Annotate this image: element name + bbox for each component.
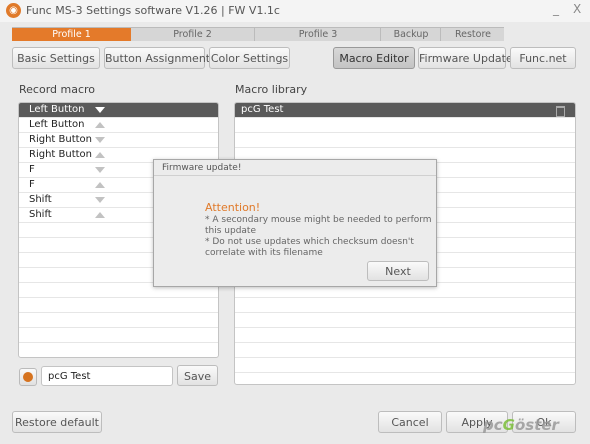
- dialog-line: * Do not use updates which checksum does…: [205, 237, 414, 247]
- color-settings-button[interactable]: Color Settings: [209, 47, 290, 69]
- list-item[interactable]: Left Button: [19, 103, 218, 118]
- restore-default-button[interactable]: Restore default: [12, 411, 102, 433]
- empty-row: [19, 313, 218, 328]
- macro-name-input[interactable]: [41, 366, 173, 386]
- window-title: Func MS-3 Settings software V1.26 | FW V…: [26, 4, 280, 17]
- dialog-line: * A secondary mouse might be needed to p…: [205, 215, 432, 225]
- app-logo-icon: ◉: [6, 3, 21, 18]
- record-macro-label: Record macro: [19, 83, 96, 96]
- cancel-button[interactable]: Cancel: [378, 411, 442, 433]
- tab-profile-2[interactable]: Profile 2: [131, 28, 254, 41]
- dialog-heading: Attention!: [205, 201, 261, 214]
- watermark-logo: pcGöster: [483, 416, 559, 434]
- record-button[interactable]: [19, 368, 37, 386]
- arrow-down-icon: [95, 107, 105, 113]
- record-icon: [23, 372, 33, 382]
- tab-profile-1[interactable]: Profile 1: [12, 28, 131, 41]
- dialog-title: Firmware update!: [154, 160, 436, 176]
- minimize-button[interactable]: _: [553, 2, 559, 16]
- empty-row: [19, 328, 218, 343]
- button-assignment-button[interactable]: Button Assignment: [104, 47, 210, 69]
- dialog-line: correlate with its filename: [205, 248, 323, 258]
- empty-row: [235, 133, 575, 148]
- macro-library-label: Macro library: [235, 83, 308, 96]
- list-item[interactable]: Left Button: [19, 118, 218, 133]
- list-item[interactable]: Right Button: [19, 133, 218, 148]
- close-button[interactable]: X: [573, 2, 581, 16]
- tab-profile-3[interactable]: Profile 3: [254, 28, 381, 41]
- firmware-update-button[interactable]: Firmware Update: [418, 47, 513, 69]
- arrow-down-icon: [95, 197, 105, 203]
- firmware-update-dialog: Firmware update! Attention! * A secondar…: [153, 159, 437, 287]
- empty-row: [235, 298, 575, 313]
- restore-button[interactable]: Restore: [440, 28, 505, 41]
- arrow-up-icon: [95, 212, 105, 218]
- empty-row: [19, 298, 218, 313]
- empty-row: [19, 343, 218, 357]
- arrow-up-icon: [95, 122, 105, 128]
- arrow-down-icon: [95, 137, 105, 143]
- arrow-up-icon: [95, 152, 105, 158]
- title-bar: ◉ Func MS-3 Settings software V1.26 | FW…: [0, 0, 590, 22]
- save-button[interactable]: Save: [177, 365, 218, 386]
- empty-row: [235, 358, 575, 373]
- empty-row: [235, 313, 575, 328]
- func-net-button[interactable]: Func.net: [510, 47, 576, 69]
- trash-icon[interactable]: [556, 106, 565, 117]
- empty-row: [235, 343, 575, 358]
- list-item[interactable]: pcG Test: [235, 103, 575, 118]
- empty-row: [235, 118, 575, 133]
- empty-row: [235, 328, 575, 343]
- arrow-up-icon: [95, 182, 105, 188]
- next-button[interactable]: Next: [367, 261, 429, 281]
- dialog-line: this update: [205, 226, 256, 236]
- basic-settings-button[interactable]: Basic Settings: [12, 47, 100, 69]
- arrow-down-icon: [95, 167, 105, 173]
- backup-button[interactable]: Backup: [380, 28, 441, 41]
- profile-bar: Profile 1 Profile 2 Profile 3 Backup Res…: [12, 27, 504, 41]
- macro-editor-button[interactable]: Macro Editor: [333, 47, 415, 69]
